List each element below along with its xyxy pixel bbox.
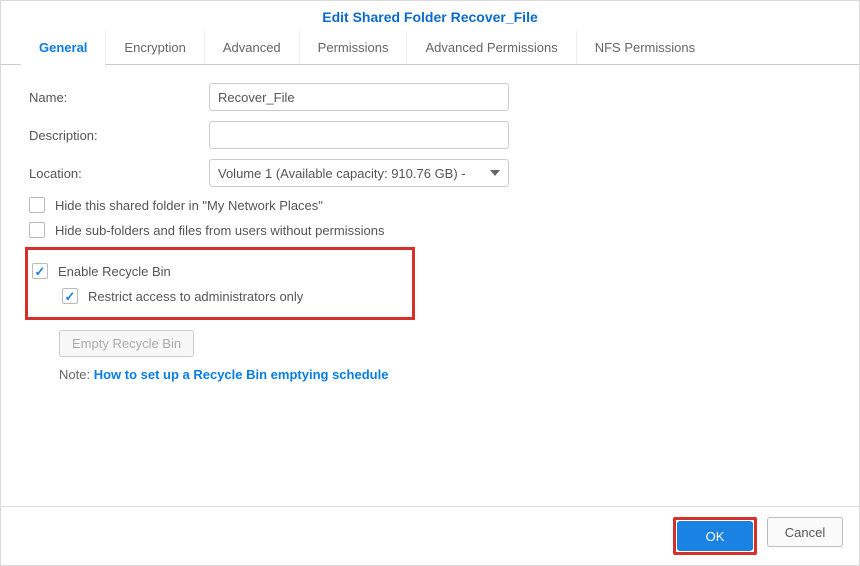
dialog-footer: OK Cancel (1, 506, 859, 565)
tab-nfs-permissions[interactable]: NFS Permissions (577, 31, 713, 64)
label-name: Name: (29, 90, 209, 105)
tab-encryption[interactable]: Encryption (106, 31, 204, 64)
name-input[interactable] (209, 83, 509, 111)
description-input[interactable] (209, 121, 509, 149)
tab-permissions[interactable]: Permissions (300, 31, 408, 64)
label-hide-network: Hide this shared folder in "My Network P… (55, 198, 323, 213)
note-prefix: Note: (59, 367, 94, 382)
tab-advanced[interactable]: Advanced (205, 31, 300, 64)
recycle-schedule-link[interactable]: How to set up a Recycle Bin emptying sch… (94, 367, 389, 382)
tab-advanced-permissions[interactable]: Advanced Permissions (407, 31, 576, 64)
label-restrict-admin: Restrict access to administrators only (88, 289, 303, 304)
tab-general[interactable]: General (21, 31, 106, 64)
cancel-button[interactable]: Cancel (767, 517, 843, 547)
location-value: Volume 1 (Available capacity: 910.76 GB)… (218, 166, 466, 181)
highlight-recycle-bin: Enable Recycle Bin Restrict access to ad… (25, 247, 415, 320)
label-location: Location: (29, 166, 209, 181)
label-description: Description: (29, 128, 209, 143)
checkbox-enable-recycle[interactable] (32, 263, 48, 279)
tab-bar: General Encryption Advanced Permissions … (1, 31, 859, 65)
note-text: Note: How to set up a Recycle Bin emptyi… (59, 367, 831, 382)
highlight-ok: OK (673, 517, 757, 555)
checkbox-restrict-admin[interactable] (62, 288, 78, 304)
content-area: Name: Description: Location: Volume 1 (A… (1, 65, 859, 506)
checkbox-hide-subfolders[interactable] (29, 222, 45, 238)
edit-shared-folder-dialog: Edit Shared Folder Recover_File General … (0, 0, 860, 566)
label-enable-recycle: Enable Recycle Bin (58, 264, 171, 279)
ok-button[interactable]: OK (677, 521, 753, 551)
label-hide-subfolders: Hide sub-folders and files from users wi… (55, 223, 384, 238)
chevron-down-icon (490, 170, 500, 176)
empty-recycle-button[interactable]: Empty Recycle Bin (59, 330, 194, 357)
dialog-title: Edit Shared Folder Recover_File (1, 1, 859, 31)
location-select[interactable]: Volume 1 (Available capacity: 910.76 GB)… (209, 159, 509, 187)
checkbox-hide-network[interactable] (29, 197, 45, 213)
